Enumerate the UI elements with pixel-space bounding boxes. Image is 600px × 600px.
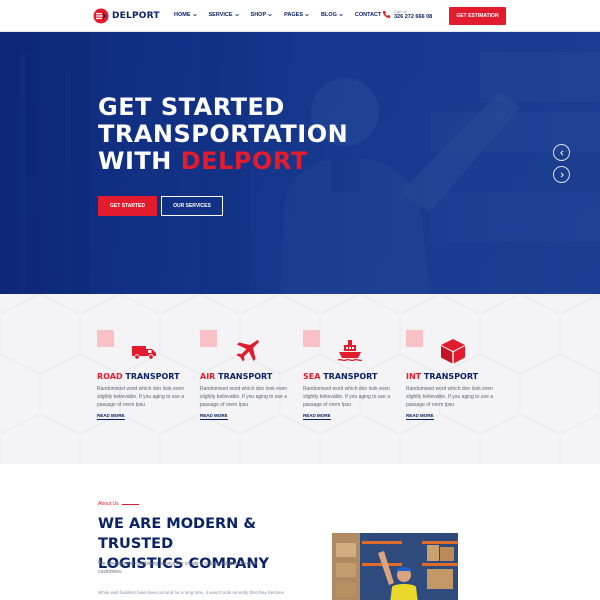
service-title-rest: TRANSPORT <box>122 372 180 381</box>
chevron-down-icon <box>234 13 239 17</box>
service-description: Randomised word which don look even slig… <box>97 386 184 408</box>
site-header: DELPORT HOME SERVICE SHOP PAGES BLOG CON… <box>0 0 600 32</box>
hero-title-line: WITH DELPORT <box>98 148 348 175</box>
get-started-button[interactable]: GET STARTED <box>98 196 157 216</box>
box-icon <box>441 339 465 364</box>
hero-slider: GET STARTED TRANSPORTATION WITH DELPORT … <box>0 32 600 294</box>
service-decor-square <box>200 330 217 347</box>
hero-title: GET STARTED TRANSPORTATION WITH DELPORT <box>98 94 348 175</box>
service-title-rest: TRANSPORT <box>320 372 378 381</box>
slider-next-button[interactable] <box>553 166 570 183</box>
service-decor-square <box>97 330 114 347</box>
nav-item-label: HOME <box>174 12 191 18</box>
chevron-left-icon <box>559 149 563 156</box>
nav-item-service[interactable]: SERVICE <box>209 12 239 18</box>
services-section: ROAD TRANSPORT Randomised word which don… <box>0 294 600 464</box>
nav-item-label: PAGES <box>284 12 303 18</box>
phone-icon <box>382 10 391 19</box>
about-label-text: About Us <box>98 501 119 507</box>
hero-title-prefix: WITH <box>98 147 172 175</box>
about-section: About Us WE ARE MODERN & TRUSTED LOGISTI… <box>0 464 600 600</box>
about-title-line: WE ARE MODERN & TRUSTED <box>98 516 256 552</box>
nav-item-pages[interactable]: PAGES <box>284 12 309 18</box>
service-description: Randomised word which don look even slig… <box>303 386 390 408</box>
read-more-link[interactable]: READ MORE <box>406 413 434 420</box>
service-title-accent: SEA <box>303 372 321 381</box>
service-title: INT TRANSPORT <box>406 372 478 381</box>
about-label-line <box>121 503 139 505</box>
nav-item-blog[interactable]: BLOG <box>321 12 343 18</box>
call-text: Call Us 326 272 666 08 <box>394 9 432 20</box>
brand-name: DELPORT <box>112 11 160 21</box>
nav-item-home[interactable]: HOME <box>174 12 197 18</box>
chevron-down-icon <box>339 13 343 17</box>
nav-item-label: SERVICE <box>208 12 233 18</box>
chevron-down-icon <box>305 13 309 17</box>
service-decor-square <box>303 330 320 347</box>
read-more-link[interactable]: READ MORE <box>200 413 228 420</box>
truck-icon <box>132 346 156 360</box>
nav-item-label: SHOP <box>250 12 267 18</box>
service-title-accent: ROAD <box>97 372 123 381</box>
airplane-icon <box>236 340 259 362</box>
main-nav: HOME SERVICE SHOP PAGES BLOG CONTACT <box>174 12 381 18</box>
nav-item-shop[interactable]: SHOP <box>251 12 273 18</box>
read-more-link[interactable]: READ MORE <box>303 413 331 420</box>
service-title: ROAD TRANSPORT <box>97 372 180 381</box>
service-title: AIR TRANSPORT <box>200 372 272 381</box>
service-decor-square <box>406 330 423 347</box>
about-text: We specialize in combining services to c… <box>98 561 258 575</box>
service-title-accent: AIR <box>200 372 216 381</box>
service-title-rest: TRANSPORT <box>421 372 479 381</box>
hero-title-line: TRANSPORTATION <box>98 120 349 148</box>
warehouse-worker-image <box>332 533 458 600</box>
call-us[interactable]: Call Us 326 272 666 08 <box>382 9 432 20</box>
get-estimation-button[interactable]: GET ESTIMATION <box>449 7 506 25</box>
nav-item-label: BLOG <box>321 12 337 18</box>
service-title: SEA TRANSPORT <box>303 372 377 381</box>
logo[interactable]: DELPORT <box>93 8 160 24</box>
chevron-right-icon <box>560 171 564 178</box>
hero-title-line: GET STARTED <box>98 93 285 121</box>
read-more-link[interactable]: READ MORE <box>97 413 125 420</box>
service-title-rest: TRANSPORT <box>215 372 273 381</box>
slider-prev-button[interactable] <box>553 144 570 161</box>
chevron-down-icon <box>192 13 197 17</box>
hero-title-accent: DELPORT <box>180 147 308 175</box>
hexagon-pattern <box>0 294 600 464</box>
nav-item-contact[interactable]: CONTACT <box>355 12 381 18</box>
service-description: Randomised word which don look even slig… <box>200 386 287 408</box>
service-description: Randomised word which don look even slig… <box>406 386 493 408</box>
service-title-accent: INT <box>406 372 422 381</box>
nav-item-label: CONTACT <box>354 12 382 18</box>
delport-logo-icon <box>93 8 109 24</box>
about-text-secondary: While web builders have been around for … <box>98 590 284 595</box>
about-label: About Us <box>98 501 139 507</box>
call-number: 326 272 666 08 <box>394 14 433 20</box>
chevron-down-icon <box>268 13 272 17</box>
ship-icon <box>337 340 363 362</box>
our-services-button[interactable]: OUR SERVICES <box>161 196 223 216</box>
